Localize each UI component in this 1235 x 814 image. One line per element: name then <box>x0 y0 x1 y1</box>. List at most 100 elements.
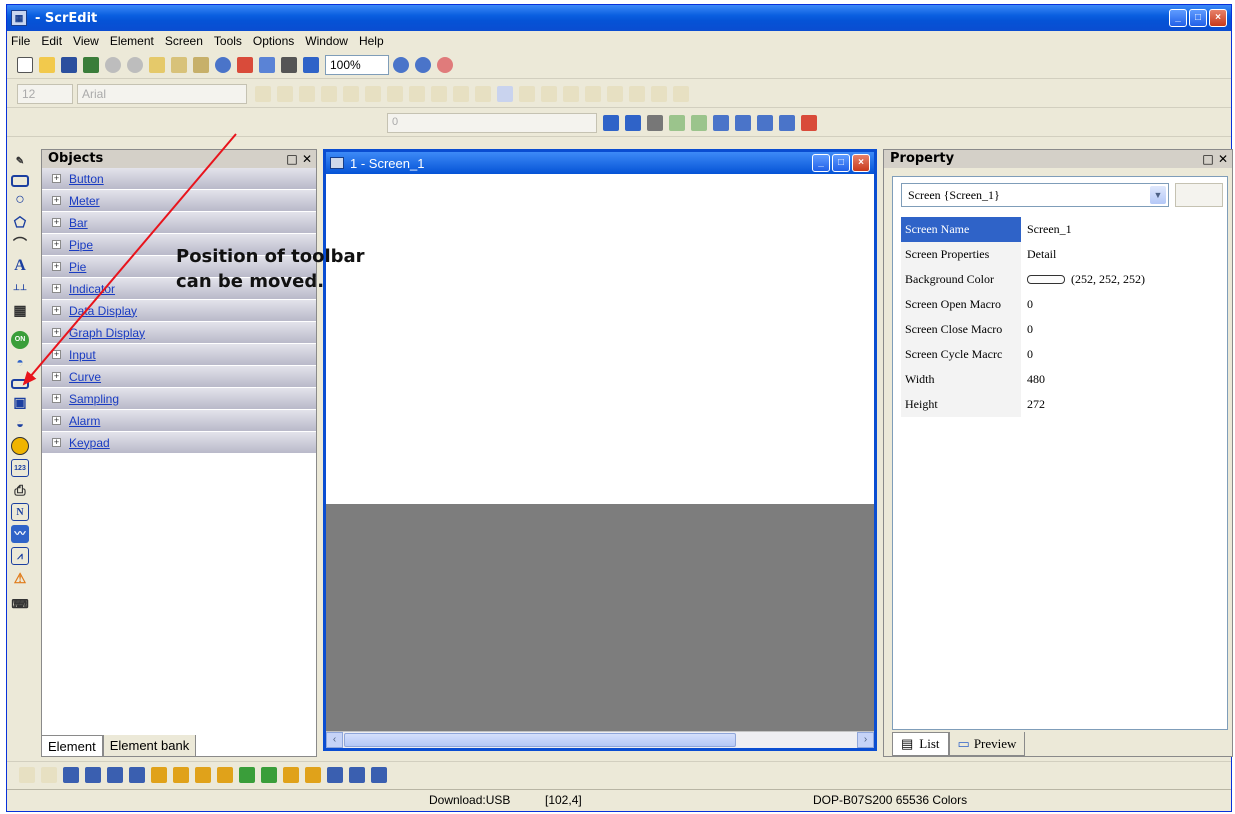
object-item-input[interactable]: + Input <box>42 344 316 366</box>
screen-minimize-button[interactable]: _ <box>812 154 830 172</box>
expand-icon[interactable]: + <box>52 328 61 337</box>
horizontal-scrollbar[interactable]: ‹ › <box>326 731 874 748</box>
screen-icon[interactable] <box>237 56 253 73</box>
send-back-icon[interactable] <box>85 766 101 783</box>
property-row[interactable]: Screen Open Macro 0 <box>901 292 1221 317</box>
scale-icon[interactable]: ⊥⊥ <box>11 279 29 297</box>
float-icon[interactable]: □ <box>286 152 297 166</box>
tab-preview[interactable]: ▭ Preview <box>948 732 1026 756</box>
bar-icon[interactable] <box>11 379 29 389</box>
expand-icon[interactable]: + <box>52 350 61 359</box>
menu-edit[interactable]: Edit <box>41 34 62 48</box>
numeric-input-icon[interactable]: N <box>11 503 29 521</box>
download-icon[interactable] <box>735 114 751 131</box>
object-item-curve[interactable]: + Curve <box>42 366 316 388</box>
property-row[interactable]: Screen Close Macro 0 <box>901 317 1221 342</box>
circle-icon[interactable]: ○ <box>11 191 29 209</box>
float-icon[interactable]: □ <box>1202 152 1213 166</box>
object-item-data-display[interactable]: + Data Display <box>42 300 316 322</box>
object-item-button[interactable]: + Button <box>42 168 316 190</box>
center-v-icon[interactable] <box>261 766 277 783</box>
property-object-select[interactable]: Screen {Screen_1} ▼ <box>901 183 1169 207</box>
table-icon[interactable]: ▦ <box>11 301 29 319</box>
expand-icon[interactable]: + <box>52 262 61 271</box>
minimize-button[interactable]: _ <box>1169 9 1187 27</box>
app-icon[interactable]: ▦ <box>11 10 27 26</box>
menu-window[interactable]: Window <box>305 34 348 48</box>
backward-icon[interactable] <box>129 766 145 783</box>
font-name-select[interactable]: Arial <box>77 83 247 104</box>
expand-icon[interactable]: + <box>52 218 61 227</box>
scroll-left-icon[interactable]: ‹ <box>326 732 343 748</box>
property-row[interactable]: Screen Name Screen_1 <box>901 217 1221 242</box>
paste-icon[interactable] <box>193 56 209 73</box>
close-icon[interactable]: ✕ <box>302 152 312 166</box>
tab-element-bank[interactable]: Element bank <box>102 735 197 757</box>
zoom-out-icon[interactable] <box>415 56 431 73</box>
tab-element[interactable]: Element <box>41 735 103 757</box>
tab-list[interactable]: ▤ List <box>892 732 949 756</box>
properties-icon[interactable] <box>647 114 663 131</box>
transfer-icon[interactable] <box>691 114 707 131</box>
expand-icon[interactable]: + <box>52 438 61 447</box>
screen-list-icon[interactable] <box>713 114 729 131</box>
menu-element[interactable]: Element <box>110 34 154 48</box>
screen-canvas[interactable] <box>326 174 874 504</box>
state-0-icon[interactable] <box>603 114 619 131</box>
scroll-right-icon[interactable]: › <box>857 732 874 748</box>
object-item-alarm[interactable]: + Alarm <box>42 410 316 432</box>
arc-icon[interactable]: ⌒ <box>11 235 29 253</box>
state-1-icon[interactable] <box>625 114 641 131</box>
zoom-fit-icon[interactable] <box>437 56 453 73</box>
distribute-icon[interactable] <box>371 766 387 783</box>
text-icon[interactable]: A <box>11 257 29 275</box>
menu-tools[interactable]: Tools <box>214 34 242 48</box>
same-width-icon[interactable] <box>283 766 299 783</box>
expand-icon[interactable]: + <box>52 240 61 249</box>
chevron-down-icon[interactable]: ▼ <box>1150 186 1166 204</box>
menu-file[interactable]: File <box>11 34 30 48</box>
expand-icon[interactable]: + <box>52 174 61 183</box>
cut-icon[interactable] <box>149 56 165 73</box>
transfer-icon[interactable] <box>669 114 685 131</box>
font-size-select[interactable]: 12 <box>17 83 73 104</box>
upload-icon[interactable] <box>757 114 773 131</box>
simulate-icon[interactable] <box>779 114 795 131</box>
expand-icon[interactable]: + <box>52 284 61 293</box>
zoom-select[interactable]: 100% <box>325 54 389 75</box>
menu-view[interactable]: View <box>73 34 99 48</box>
button-on-icon[interactable]: ON <box>11 331 29 349</box>
color-swatch[interactable] <box>1027 275 1065 284</box>
polygon-icon[interactable]: ⬠ <box>11 213 29 231</box>
expand-icon[interactable]: + <box>52 372 61 381</box>
copy-icon[interactable] <box>171 56 187 73</box>
object-item-graph-display[interactable]: + Graph Display <box>42 322 316 344</box>
expand-icon[interactable]: + <box>52 416 61 425</box>
expand-icon[interactable]: + <box>52 306 61 315</box>
center-h-icon[interactable] <box>239 766 255 783</box>
sampling-icon[interactable]: ⩘ <box>11 547 29 565</box>
align-right-icon[interactable] <box>173 766 189 783</box>
new-file-icon[interactable] <box>17 56 33 73</box>
screen-maximize-button[interactable]: □ <box>832 154 850 172</box>
property-row[interactable]: Screen Cycle Macrc 0 <box>901 342 1221 367</box>
menu-help[interactable]: Help <box>359 34 384 48</box>
property-row[interactable]: Screen Properties Detail <box>901 242 1221 267</box>
indicator-icon[interactable] <box>11 437 29 455</box>
distribute-icon[interactable] <box>327 766 343 783</box>
graph-display-icon[interactable]: ⎙ <box>11 481 29 499</box>
keypad-icon[interactable]: ⌨ <box>11 595 29 613</box>
screen-open-icon[interactable] <box>259 56 275 73</box>
object-item-meter[interactable]: + Meter <box>42 190 316 212</box>
close-icon[interactable]: ✕ <box>1218 152 1228 166</box>
object-item-bar[interactable]: + Bar <box>42 212 316 234</box>
export-icon[interactable] <box>83 56 99 73</box>
align-bottom-icon[interactable] <box>217 766 233 783</box>
property-row[interactable]: Width 480 <box>901 367 1221 392</box>
curve-icon[interactable]: 〰 <box>11 525 29 543</box>
align-top-icon[interactable] <box>195 766 211 783</box>
close-button[interactable]: × <box>1209 9 1227 27</box>
same-height-icon[interactable] <box>305 766 321 783</box>
scrollbar-thumb[interactable] <box>344 733 736 747</box>
pipe-icon[interactable]: ▣ <box>11 393 29 411</box>
